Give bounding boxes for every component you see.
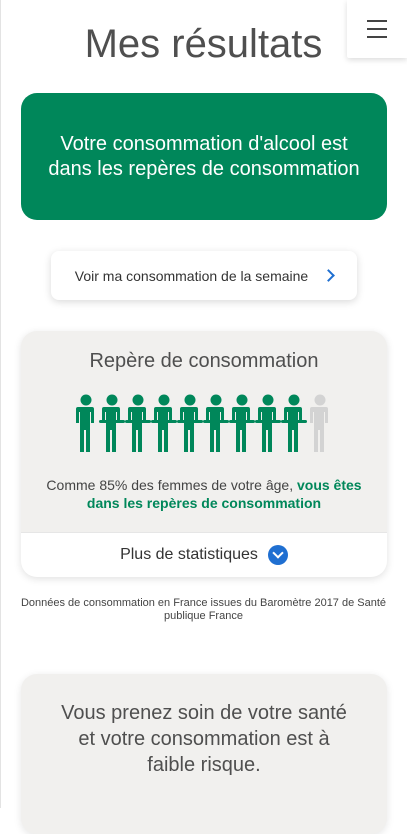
week-consumption-label: Voir ma consommation de la semaine (74, 267, 309, 284)
person-icon-highlighted (281, 394, 307, 452)
result-banner-text: Votre consommation d'alcool est dans les… (48, 132, 360, 180)
more-statistics-toggle[interactable]: Plus de statistiques (21, 532, 387, 577)
person-icon-highlighted (229, 394, 255, 452)
person-icon-muted (310, 394, 328, 452)
page-title: Mes résultats (84, 22, 323, 66)
chevron-right-icon (322, 269, 336, 282)
risk-summary-card: Vous prenez soin de votre santé et votre… (21, 674, 387, 834)
people-pictogram (76, 394, 328, 452)
person-icon-highlighted (151, 394, 177, 452)
risk-summary-text: Vous prenez soin de votre santé et votre… (61, 702, 347, 776)
chevron-down-circle-icon (267, 545, 288, 565)
person-icon-highlighted (99, 394, 125, 452)
more-statistics-label: Plus de statistiques (120, 546, 258, 563)
person-icon-highlighted (255, 394, 281, 452)
data-source-note: Données de consommation en France issues… (20, 597, 387, 622)
page-left-border (0, 0, 1, 808)
consumption-benchmark-card: Repère de consommation Comme 85% des fem… (21, 331, 387, 577)
person-icon-highlighted (76, 394, 94, 452)
benchmark-text: Comme 85% des femmes de votre âge, vous … (41, 476, 367, 512)
result-banner: Votre consommation d'alcool est dans les… (21, 93, 387, 220)
card-title: Repère de consommation (89, 350, 319, 372)
benchmark-text-prefix: Comme 85% des femmes de votre âge, (46, 477, 297, 493)
person-icon-highlighted (203, 394, 229, 452)
person-icon-highlighted (125, 394, 151, 452)
person-icon-highlighted (177, 394, 203, 452)
week-consumption-button[interactable]: Voir ma consommation de la semaine (51, 251, 357, 300)
